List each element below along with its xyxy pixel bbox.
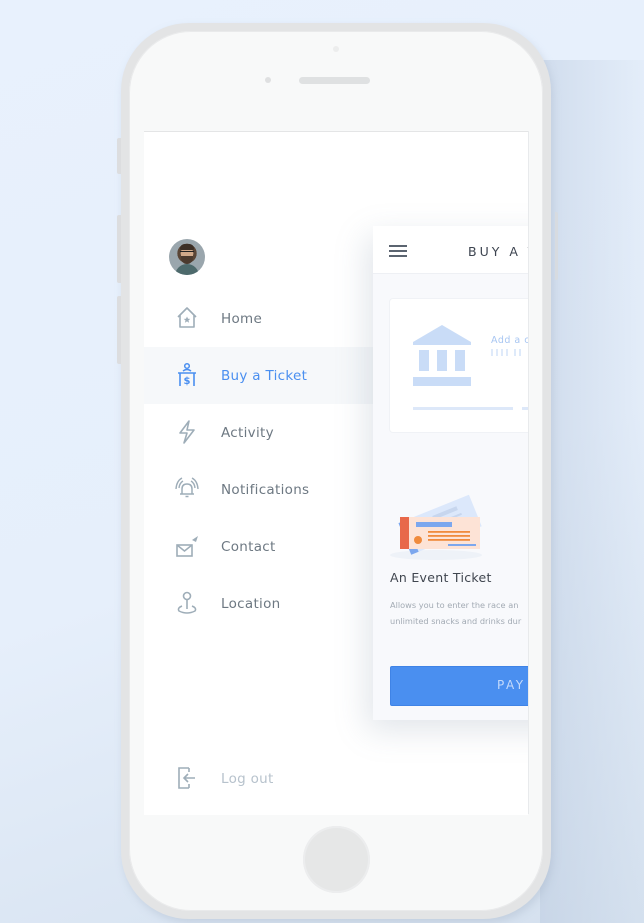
menu-label: Home [221,310,263,327]
card-number-placeholder [491,349,521,356]
buy-ticket-panel: BUY A T Add a c [373,226,528,720]
home-button[interactable] [303,826,370,893]
background-shadow [540,60,644,923]
home-star-icon [177,307,197,328]
bell-ringing-icon [175,477,199,498]
ticket-desc-line: Allows you to enter the race an [390,600,519,610]
avatar-hair [180,244,194,250]
menu-label: Contact [221,538,276,555]
logout-label: Log out [221,770,274,787]
front-camera [333,46,339,52]
placeholder-line [413,407,513,410]
pay-button-label: PAY [497,678,526,692]
pay-button[interactable]: PAY [390,666,528,706]
logout-icon [178,767,195,789]
avatar-glasses [180,251,194,255]
proximity-sensor [265,77,271,83]
menu-label: Location [221,595,281,612]
svg-text:$: $ [184,376,191,387]
mute-switch [117,138,121,174]
ticket-counter-icon: $ [178,362,196,387]
panel-title: BUY A T [468,244,528,259]
menu-label: Activity [221,424,274,441]
add-card-text: Add a c [491,335,528,346]
earpiece-speaker [299,77,370,84]
avatar-beard [181,256,193,264]
lightning-icon [179,420,195,444]
ticket-desc-line: unlimited snacks and drinks dur [390,616,522,626]
menu-label: Buy a Ticket [221,367,308,384]
event-ticket-illustration [390,494,482,560]
hamburger-icon[interactable] [389,245,407,257]
ticket-description: Allows you to enter the race an unlimite… [390,597,521,629]
mail-send-icon [176,536,198,557]
logout-button[interactable]: Log out [144,750,344,807]
power-button [555,212,558,280]
avatar-shirt [175,264,199,275]
volume-up-button [117,215,121,283]
panel-header: BUY A T [373,226,528,274]
menu-label: Notifications [221,481,310,498]
ticket-title: An Event Ticket [390,570,492,585]
phone-screen: Home $ Buy a Ticket Activity Notificatio… [144,131,528,815]
user-avatar[interactable] [169,239,205,275]
add-card-box[interactable]: Add a c [390,299,528,432]
bank-icon [413,325,471,386]
map-pin-icon [177,591,197,614]
screen-edge [528,131,529,814]
volume-down-button [117,296,121,364]
